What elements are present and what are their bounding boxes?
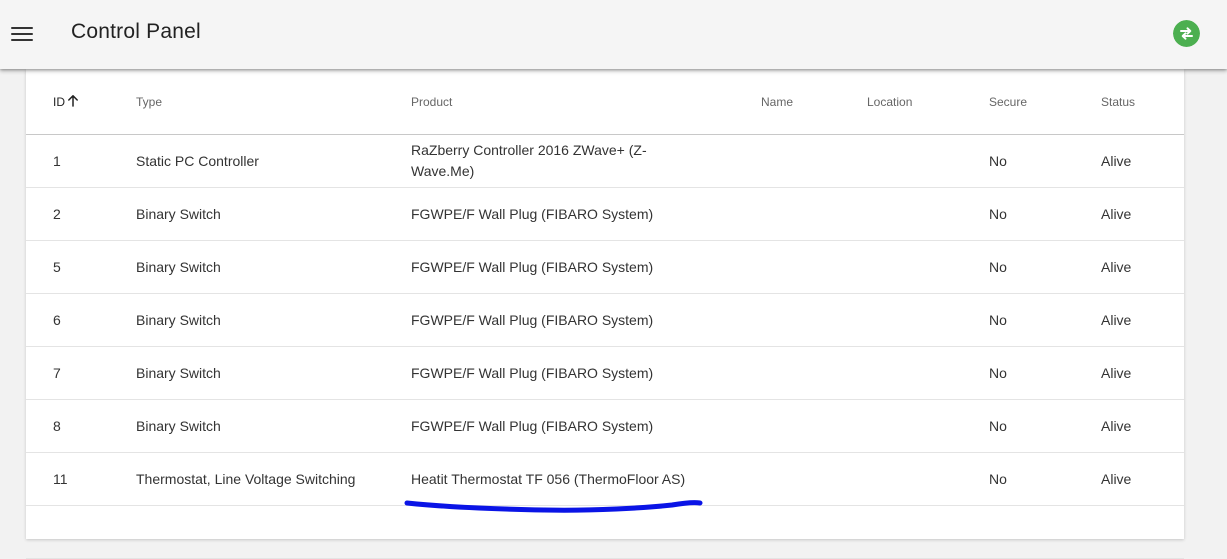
cell-status: Alive xyxy=(1101,346,1184,400)
cell-id: 5 xyxy=(26,240,136,294)
swap-arrows-icon[interactable] xyxy=(1173,20,1200,47)
column-header-type[interactable]: Type xyxy=(136,69,411,135)
cell-secure: No xyxy=(989,240,1101,294)
cell-name xyxy=(761,134,867,188)
cell-location xyxy=(867,134,989,188)
devices-table: ID Type Product Name Location Secure Sta… xyxy=(26,69,1184,559)
cell-secure: No xyxy=(989,346,1101,400)
cell-location xyxy=(867,452,989,506)
cell-status: Alive xyxy=(1101,399,1184,453)
cell-status: Alive xyxy=(1101,240,1184,294)
table-row[interactable]: 6 Binary Switch FGWPE/F Wall Plug (FIBAR… xyxy=(26,293,1184,347)
cell-type: Static PC Controller xyxy=(136,134,411,188)
cell-product: FGWPE/F Wall Plug (FIBARO System) xyxy=(411,399,761,453)
cell-status: Alive xyxy=(1101,293,1184,347)
menu-icon[interactable] xyxy=(11,25,33,43)
cell-id: 1 xyxy=(26,134,136,188)
cell-type: Binary Switch xyxy=(136,293,411,347)
cell-secure: No xyxy=(989,452,1101,506)
cell-status: Alive xyxy=(1101,134,1184,188)
cell-id: 7 xyxy=(26,346,136,400)
cell-secure: No xyxy=(989,134,1101,188)
cell-type: Binary Switch xyxy=(136,346,411,400)
arrow-up-icon xyxy=(68,95,78,107)
cell-location xyxy=(867,399,989,453)
column-header-label: ID xyxy=(53,95,65,109)
cell-product: FGWPE/F Wall Plug (FIBARO System) xyxy=(411,346,761,400)
table-row[interactable]: 5 Binary Switch FGWPE/F Wall Plug (FIBAR… xyxy=(26,240,1184,294)
cell-product: FGWPE/F Wall Plug (FIBARO System) xyxy=(411,187,761,241)
page-title: Control Panel xyxy=(71,20,201,43)
cell-type: Binary Switch xyxy=(136,187,411,241)
cell-name xyxy=(761,399,867,453)
table-row[interactable]: 2 Binary Switch FGWPE/F Wall Plug (FIBAR… xyxy=(26,187,1184,241)
column-header-name[interactable]: Name xyxy=(761,69,867,135)
cell-type: Binary Switch xyxy=(136,399,411,453)
table-row[interactable]: 1 Static PC Controller RaZberry Controll… xyxy=(26,134,1184,188)
cell-secure: No xyxy=(989,293,1101,347)
column-header-location[interactable]: Location xyxy=(867,69,989,135)
cell-id: 8 xyxy=(26,399,136,453)
cell-product: FGWPE/F Wall Plug (FIBARO System) xyxy=(411,293,761,347)
cell-type: Thermostat, Line Voltage Switching xyxy=(136,452,411,506)
cell-status: Alive xyxy=(1101,187,1184,241)
table-row[interactable]: 8 Binary Switch FGWPE/F Wall Plug (FIBAR… xyxy=(26,399,1184,453)
cell-product: FGWPE/F Wall Plug (FIBARO System) xyxy=(411,240,761,294)
cell-name xyxy=(761,293,867,347)
devices-table-card: ID Type Product Name Location Secure Sta… xyxy=(26,69,1184,559)
cell-location xyxy=(867,240,989,294)
cell-type: Binary Switch xyxy=(136,240,411,294)
table-header-row: ID Type Product Name Location Secure Sta… xyxy=(26,69,1184,135)
cell-product: RaZberry Controller 2016 ZWave+ (Z-Wave.… xyxy=(411,134,761,188)
app-bar: Control Panel xyxy=(0,0,1227,69)
column-header-secure[interactable]: Secure xyxy=(989,69,1101,135)
cell-secure: No xyxy=(989,187,1101,241)
cell-id: 2 xyxy=(26,187,136,241)
cell-name xyxy=(761,187,867,241)
cell-name xyxy=(761,240,867,294)
table-row[interactable]: 7 Binary Switch FGWPE/F Wall Plug (FIBAR… xyxy=(26,346,1184,400)
cell-location xyxy=(867,346,989,400)
column-header-product[interactable]: Product xyxy=(411,69,761,135)
column-header-status[interactable]: Status xyxy=(1101,69,1184,135)
cell-name xyxy=(761,452,867,506)
cell-status: Alive xyxy=(1101,452,1184,506)
cell-secure: No xyxy=(989,399,1101,453)
cell-id: 6 xyxy=(26,293,136,347)
cell-name xyxy=(761,346,867,400)
cell-id: 11 xyxy=(26,452,136,506)
cell-location xyxy=(867,187,989,241)
hand-drawn-underline xyxy=(404,500,703,513)
cell-location xyxy=(867,293,989,347)
column-header-id[interactable]: ID xyxy=(26,69,136,135)
